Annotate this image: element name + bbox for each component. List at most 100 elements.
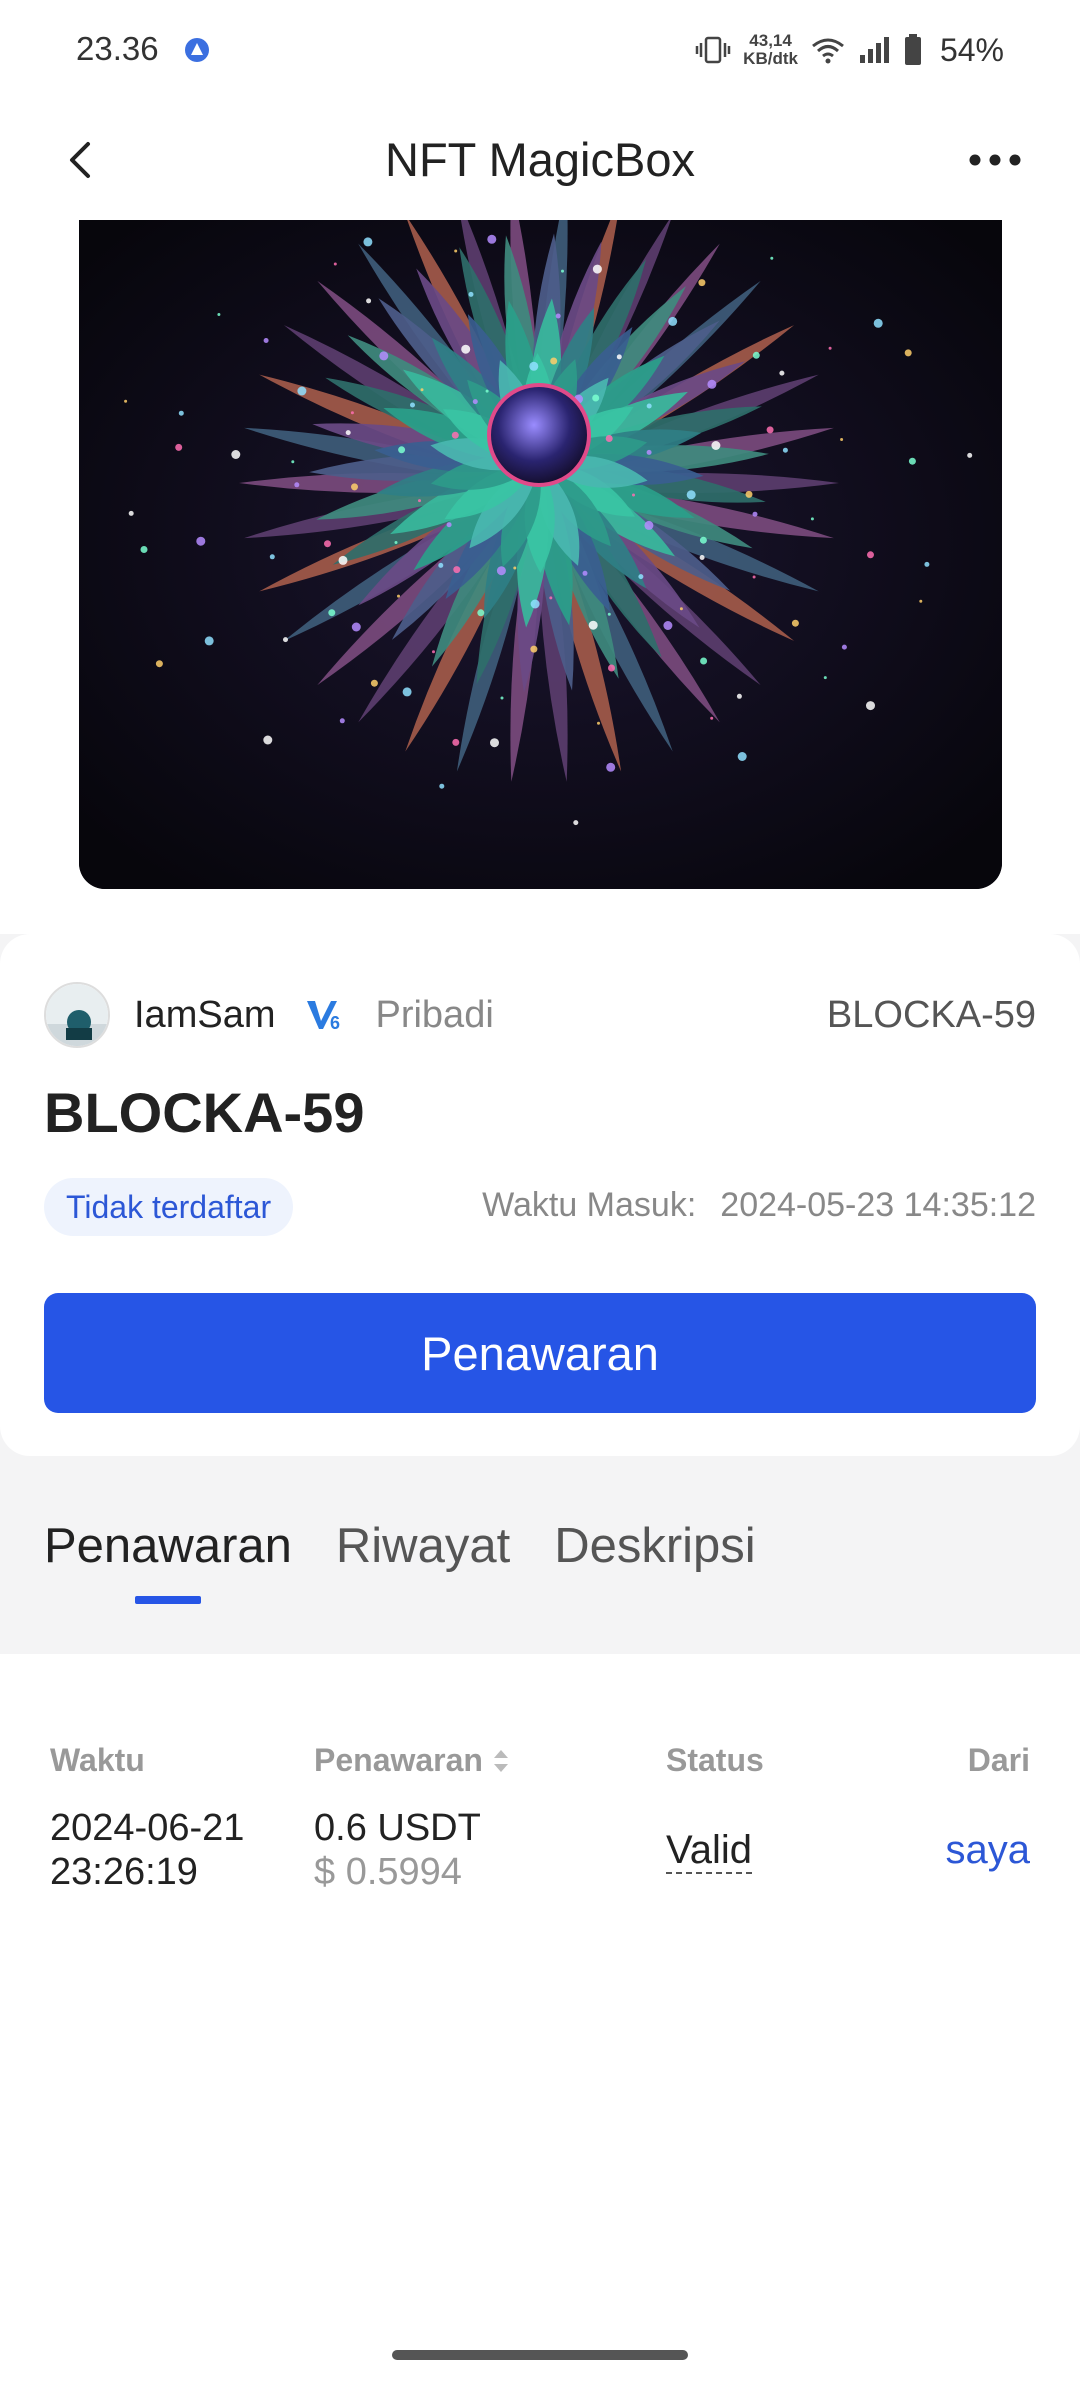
artwork-spark [919,599,923,603]
screen: 23.36 43,14 KB/dtk 54% NFT MagicBox IamS… [0,0,1080,2388]
offer-button[interactable]: Penawaran [44,1293,1036,1413]
artwork-spark [550,357,558,365]
artwork-spark [351,483,358,491]
network-speed: 43,14 KB/dtk [743,32,798,68]
artwork-spark [752,351,760,359]
artwork-spark [752,575,756,579]
more-options-button[interactable] [960,130,1030,190]
artwork-spark [597,721,600,725]
artwork-spark [529,361,539,371]
app-header: NFT MagicBox [0,100,1080,220]
artwork-spark [345,430,351,436]
artwork-spark [605,435,613,442]
artwork-spark [432,650,435,654]
artwork-spark [588,620,598,630]
vibrate-icon [695,36,731,64]
tab-riwayat[interactable]: Riwayat [336,1518,510,1604]
artwork-spark [439,783,445,789]
network-speed-value: 43,14 [749,31,792,50]
artwork-spark [283,637,288,643]
tab-bar: Penawaran Riwayat Deskripsi [44,1518,756,1604]
artwork-spark [350,411,354,415]
artwork-spark [339,718,345,724]
owner-name[interactable]: IamSam [134,994,275,1037]
nft-info-card: IamSam 6 Pribadi BLOCKA-59 BLOCKA-59 Tid… [0,934,1080,1456]
row-clock: 23:26:19 [50,1851,198,1893]
artwork-spark [269,554,275,560]
artwork-spark [699,536,707,544]
artwork-spark [490,738,499,748]
artwork-spark [155,660,163,668]
artwork-spark [468,291,474,297]
column-header-time: Waktu [50,1742,145,1778]
artwork-spark [477,609,485,617]
entry-time-label: Waktu Masuk: [482,1186,697,1224]
artwork-spark [263,735,273,745]
row-date: 2024-06-21 [50,1807,245,1849]
nft-artwork-image[interactable] [79,220,1002,889]
svg-text:6: 6 [330,1013,340,1033]
artwork-spark [779,370,785,376]
artwork-spark [294,482,300,488]
tab-penawaran[interactable]: Penawaran [44,1518,292,1604]
artwork-spark [398,446,406,454]
artwork-spark [204,636,214,646]
artwork-spark [752,511,758,517]
artwork-spark [175,443,183,451]
artwork-spark [485,389,489,393]
artwork-spark [561,269,564,273]
artwork-spark [828,346,832,350]
artwork-spark [366,298,372,304]
artwork-spark [608,664,615,672]
nft-name: BLOCKA-59 [44,1081,365,1144]
artwork-spark [967,452,973,458]
artwork-spark [582,570,588,576]
artwork-spark [452,738,460,746]
artwork-spark [410,402,415,408]
artwork-spark [513,566,517,570]
collection-code: BLOCKA-59 [826,993,1036,1036]
row-offer: 0.6 USDT $ 0.5994 [314,1806,481,1894]
column-header-from: Dari [967,1742,1030,1778]
artwork-spark [866,701,875,711]
column-header-offer[interactable]: Penawaran [314,1742,511,1779]
column-header-status: Status [666,1742,764,1778]
artwork-spark [453,566,461,574]
artwork-spark [402,687,412,697]
artwork-spark [231,450,241,459]
offer-from-link[interactable]: saya [946,1828,1031,1872]
artwork-spark [606,762,616,772]
artwork-spark [555,313,561,319]
offer-status[interactable]: Valid [666,1828,752,1874]
artwork-spark [644,520,654,530]
artwork-spark [487,234,497,244]
artwork-spark [668,316,678,326]
home-indicator[interactable] [392,2350,688,2360]
artwork-spark [686,490,696,500]
status-time: 23.36 [76,30,159,67]
artwork-spark [128,510,134,516]
artwork-spark [530,645,538,653]
artwork-spark [873,318,883,328]
tab-deskripsi[interactable]: Deskripsi [554,1518,755,1604]
artwork-spark [646,449,652,455]
artwork-spark [217,313,221,316]
artwork-spark [438,562,444,568]
artwork-spark [178,410,184,416]
artwork-spark [324,540,331,548]
artwork-spark [924,561,930,567]
offer-amount: 0.6 USDT [314,1807,481,1849]
artwork-spark [263,338,269,343]
artwork-spark [592,264,602,274]
artwork-spark [333,262,337,266]
artwork-spark [338,555,348,565]
artwork-spark [699,555,705,560]
avatar[interactable] [44,982,110,1048]
artwork-spark [418,499,421,503]
artwork-spark [496,566,506,576]
artwork-spark [196,536,206,546]
artwork-spark [663,621,673,630]
artwork-spark [736,693,742,699]
artwork-spark [782,447,788,453]
column-header-offer-label: Penawaran [314,1742,483,1778]
